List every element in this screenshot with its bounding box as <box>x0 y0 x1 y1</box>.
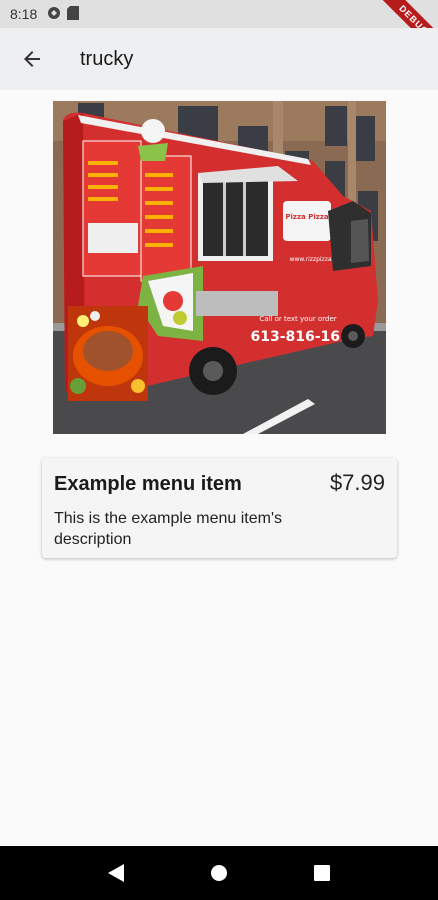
notification-icon <box>47 6 61 23</box>
menu-item-price: $7.99 <box>329 470 385 495</box>
app-title: trucky <box>80 47 134 70</box>
system-back-button[interactable] <box>96 853 136 893</box>
status-bar: 8:18 DEBUG <box>0 0 438 62</box>
system-nav-bar <box>0 846 438 900</box>
menu-item-description: This is the example menu item's descript… <box>54 510 283 548</box>
svg-text:Pizza Pizza: Pizza Pizza <box>285 213 329 221</box>
food-truck-image: Pizza Pizza www.rizzpizza.ca Call or tex… <box>53 101 386 434</box>
circle-home-icon <box>210 865 227 881</box>
svg-text:Call or text your order: Call or text your order <box>259 315 336 323</box>
system-recents-button[interactable] <box>302 853 342 893</box>
back-button[interactable] <box>4 31 60 87</box>
app-bar: trucky <box>0 28 438 90</box>
sd-card-icon <box>67 5 80 23</box>
triangle-back-icon <box>107 864 124 882</box>
square-recents-icon <box>314 865 331 881</box>
menu-item-card[interactable]: Example menu item $7.99 This is the exam… <box>42 458 397 558</box>
app-screen: 8:18 DEBUG trucky Pizza Pizza www.rizzpi… <box>0 0 438 900</box>
system-home-button[interactable] <box>199 853 239 893</box>
menu-item-header: Example menu item $7.99 <box>54 470 385 496</box>
status-time: 8:18 <box>10 6 38 22</box>
menu-item-name: Example menu item <box>54 473 242 495</box>
arrow-back-icon <box>24 51 40 67</box>
